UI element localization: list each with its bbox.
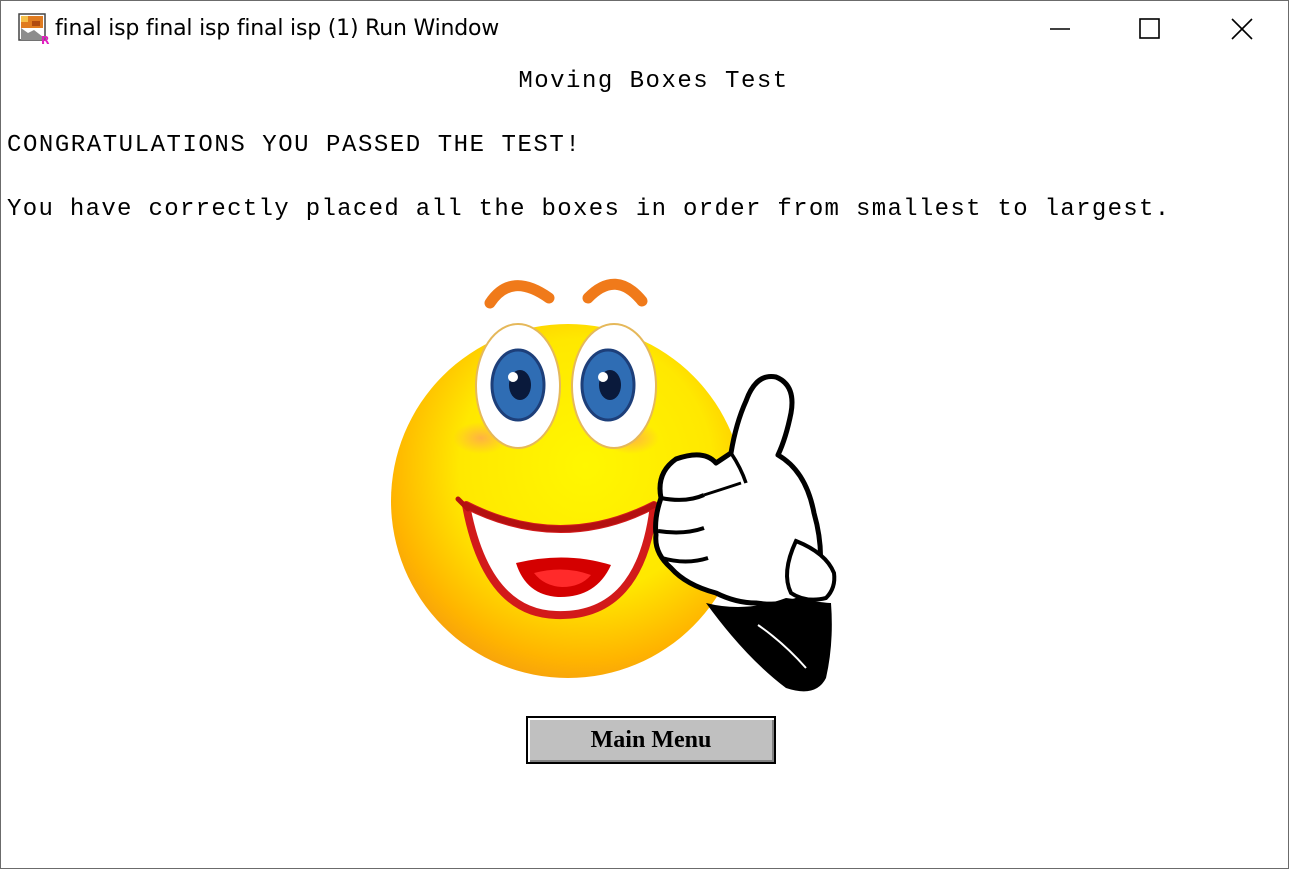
result-description: You have correctly placed all the boxes … xyxy=(7,196,1171,223)
minimize-button[interactable] xyxy=(1014,1,1106,57)
smiley-thumbs-up-icon xyxy=(391,278,837,692)
close-icon xyxy=(1231,18,1253,40)
svg-text:R: R xyxy=(41,34,50,45)
test-heading: Moving Boxes Test xyxy=(518,68,789,95)
maximize-icon xyxy=(1139,18,1160,39)
ready-to-program-icon: R xyxy=(18,13,50,45)
congratulations-message: CONGRATULATIONS YOU PASSED THE TEST! xyxy=(7,132,582,159)
run-window: R final isp final isp final isp (1) Run … xyxy=(0,0,1289,869)
title-bar[interactable]: R final isp final isp final isp (1) Run … xyxy=(1,1,1288,57)
maximize-button[interactable] xyxy=(1104,1,1196,57)
window-title: final isp final isp final isp (1) Run Wi… xyxy=(55,16,500,41)
main-menu-button[interactable]: Main Menu xyxy=(526,716,776,764)
minimize-icon xyxy=(1050,28,1070,30)
close-button[interactable] xyxy=(1196,1,1288,57)
